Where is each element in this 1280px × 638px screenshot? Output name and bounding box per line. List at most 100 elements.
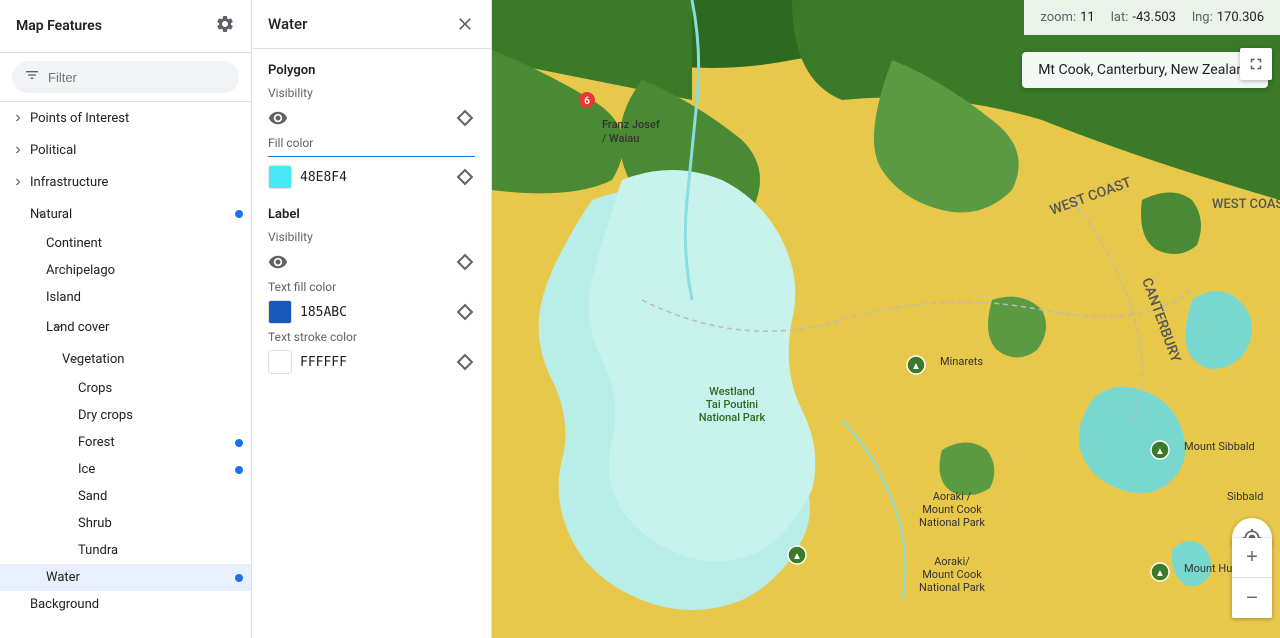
tree-label-vegetation: Vegetation	[62, 352, 243, 367]
svg-text:Aoraki /: Aoraki /	[933, 490, 972, 503]
tree-label-archipelago: Archipelago	[46, 263, 243, 278]
tree-item-infrastructure[interactable]: Infrastructure	[0, 166, 251, 198]
lat-value: -43.503	[1132, 10, 1176, 25]
tree-label-water: Water	[46, 570, 229, 585]
field-label-text-fill-color: Text fill color	[252, 278, 491, 296]
field-label-fill-color: Fill color	[252, 134, 491, 152]
svg-text:/ Waiau: / Waiau	[602, 132, 639, 145]
svg-text:▲: ▲	[792, 551, 802, 562]
svg-text:WEST COAST: WEST COAST	[1212, 197, 1280, 212]
color-hex-text-stroke-color: FFFFFF	[300, 355, 347, 370]
close-button[interactable]	[455, 14, 475, 34]
tree-item-forest[interactable]: Forest	[0, 429, 251, 456]
chevron-icon	[24, 317, 44, 337]
tree-item-shrub[interactable]: Shrub	[0, 510, 251, 537]
svg-text:Mount Cook: Mount Cook	[922, 503, 982, 516]
tree-item-points-of-interest[interactable]: Points of Interest	[0, 102, 251, 134]
diamond-icon-fill-color[interactable]	[455, 167, 475, 187]
svg-text:6: 6	[584, 96, 590, 107]
tree-label-ice: Ice	[78, 462, 229, 477]
map-area: 6 Franz Josef / Waiau WEST COAST CANTERB…	[492, 0, 1280, 638]
tree-item-continent[interactable]: Continent	[0, 230, 251, 257]
tree-container: Points of Interest Political Infrastruct…	[0, 102, 251, 618]
chevron-icon	[8, 204, 28, 224]
left-panel: Map Features Points of Interest Politica…	[0, 0, 252, 638]
tree-label-infrastructure: Infrastructure	[30, 175, 243, 190]
fill-color-line	[268, 156, 475, 157]
tree-item-island[interactable]: Island	[0, 284, 251, 311]
filter-input[interactable]	[48, 70, 227, 85]
tree-item-background[interactable]: Background	[0, 591, 251, 618]
diamond-icon-text-stroke-color[interactable]	[455, 352, 475, 372]
panel-title: Map Features	[16, 18, 102, 34]
zoom-controls: + −	[1232, 538, 1272, 618]
visibility-row-visibility	[252, 102, 491, 134]
tree-item-dry-crops[interactable]: Dry crops	[0, 402, 251, 429]
tree-label-continent: Continent	[46, 236, 243, 251]
tree-label-points-of-interest: Points of Interest	[30, 111, 243, 126]
color-row-fill-color[interactable]: 48E8F4	[252, 161, 491, 193]
tree-label-sand: Sand	[78, 489, 243, 504]
color-row-text-stroke-color[interactable]: FFFFFF	[252, 346, 491, 378]
tree-item-natural[interactable]: Natural	[0, 198, 251, 230]
fullscreen-button[interactable]	[1240, 48, 1272, 80]
diamond-icon-label-visibility[interactable]	[455, 252, 475, 272]
svg-text:▲: ▲	[1155, 446, 1165, 457]
tree-item-sand[interactable]: Sand	[0, 483, 251, 510]
section-title-polygon: Polygon	[252, 49, 491, 84]
tree-item-political[interactable]: Political	[0, 134, 251, 166]
svg-text:National Park: National Park	[919, 581, 985, 594]
color-hex-text-fill-color: 185ABC	[300, 305, 347, 320]
mid-panel-title: Water	[268, 15, 307, 33]
tree-label-tundra: Tundra	[78, 543, 243, 558]
tree-item-crops[interactable]: Crops	[0, 375, 251, 402]
tree-label-dry-crops: Dry crops	[78, 408, 243, 423]
tree-item-vegetation[interactable]: Vegetation	[0, 343, 251, 375]
tree-label-background: Background	[30, 597, 243, 612]
svg-text:Westland: Westland	[709, 385, 755, 398]
tree-item-land-cover[interactable]: Land cover	[0, 311, 251, 343]
svg-text:Sibbald: Sibbald	[1227, 490, 1263, 503]
svg-text:Aoraki/: Aoraki/	[934, 555, 970, 568]
filter-icon	[24, 67, 40, 87]
section-title-label: Label	[252, 193, 491, 228]
color-swatch-text-fill-color	[268, 300, 292, 324]
eye-icon-label-visibility[interactable]	[268, 252, 288, 272]
chevron-icon	[8, 108, 28, 128]
tree-item-ice[interactable]: Ice	[0, 456, 251, 483]
chevron-icon	[40, 349, 60, 369]
diamond-icon-visibility[interactable]	[455, 108, 475, 128]
diamond-icon-text-fill-color[interactable]	[455, 302, 475, 322]
zoom-out-button[interactable]: −	[1232, 578, 1272, 618]
svg-text:Mount Sibbald: Mount Sibbald	[1184, 440, 1255, 453]
tree-item-water[interactable]: Water	[0, 564, 251, 591]
svg-text:Franz Josef: Franz Josef	[602, 118, 660, 131]
tree-label-land-cover: Land cover	[46, 320, 243, 335]
modified-dot	[235, 439, 243, 447]
zoom-in-button[interactable]: +	[1232, 538, 1272, 578]
location-tooltip: Mt Cook, Canterbury, New Zealand	[1022, 52, 1268, 88]
color-swatch-fill-color	[268, 165, 292, 189]
eye-icon-visibility[interactable]	[268, 108, 288, 128]
chevron-icon	[8, 140, 28, 160]
mid-header: Water	[252, 0, 491, 49]
modified-dot	[235, 574, 243, 582]
svg-text:Mount Cook: Mount Cook	[922, 568, 982, 581]
color-swatch-text-stroke-color	[268, 350, 292, 374]
modified-dot	[235, 210, 243, 218]
field-label-visibility: Visibility	[252, 84, 491, 102]
field-label-label-visibility: Visibility	[252, 228, 491, 246]
middle-panel: Water PolygonVisibility Fill color 48E8F…	[252, 0, 492, 638]
svg-text:▲: ▲	[911, 361, 921, 372]
tree-item-tundra[interactable]: Tundra	[0, 537, 251, 564]
color-row-text-fill-color[interactable]: 185ABC	[252, 296, 491, 328]
visibility-row-label-visibility	[252, 246, 491, 278]
svg-text:National Park: National Park	[699, 411, 766, 424]
svg-text:▲: ▲	[1155, 568, 1165, 579]
field-label-text-stroke-color: Text stroke color	[252, 328, 491, 346]
gear-icon[interactable]	[215, 14, 235, 38]
tree-item-archipelago[interactable]: Archipelago	[0, 257, 251, 284]
zoom-value: 11	[1080, 10, 1095, 25]
map-topbar: zoom: 11 lat: -43.503 lng: 170.306	[1024, 0, 1280, 35]
tree-label-political: Political	[30, 143, 243, 158]
